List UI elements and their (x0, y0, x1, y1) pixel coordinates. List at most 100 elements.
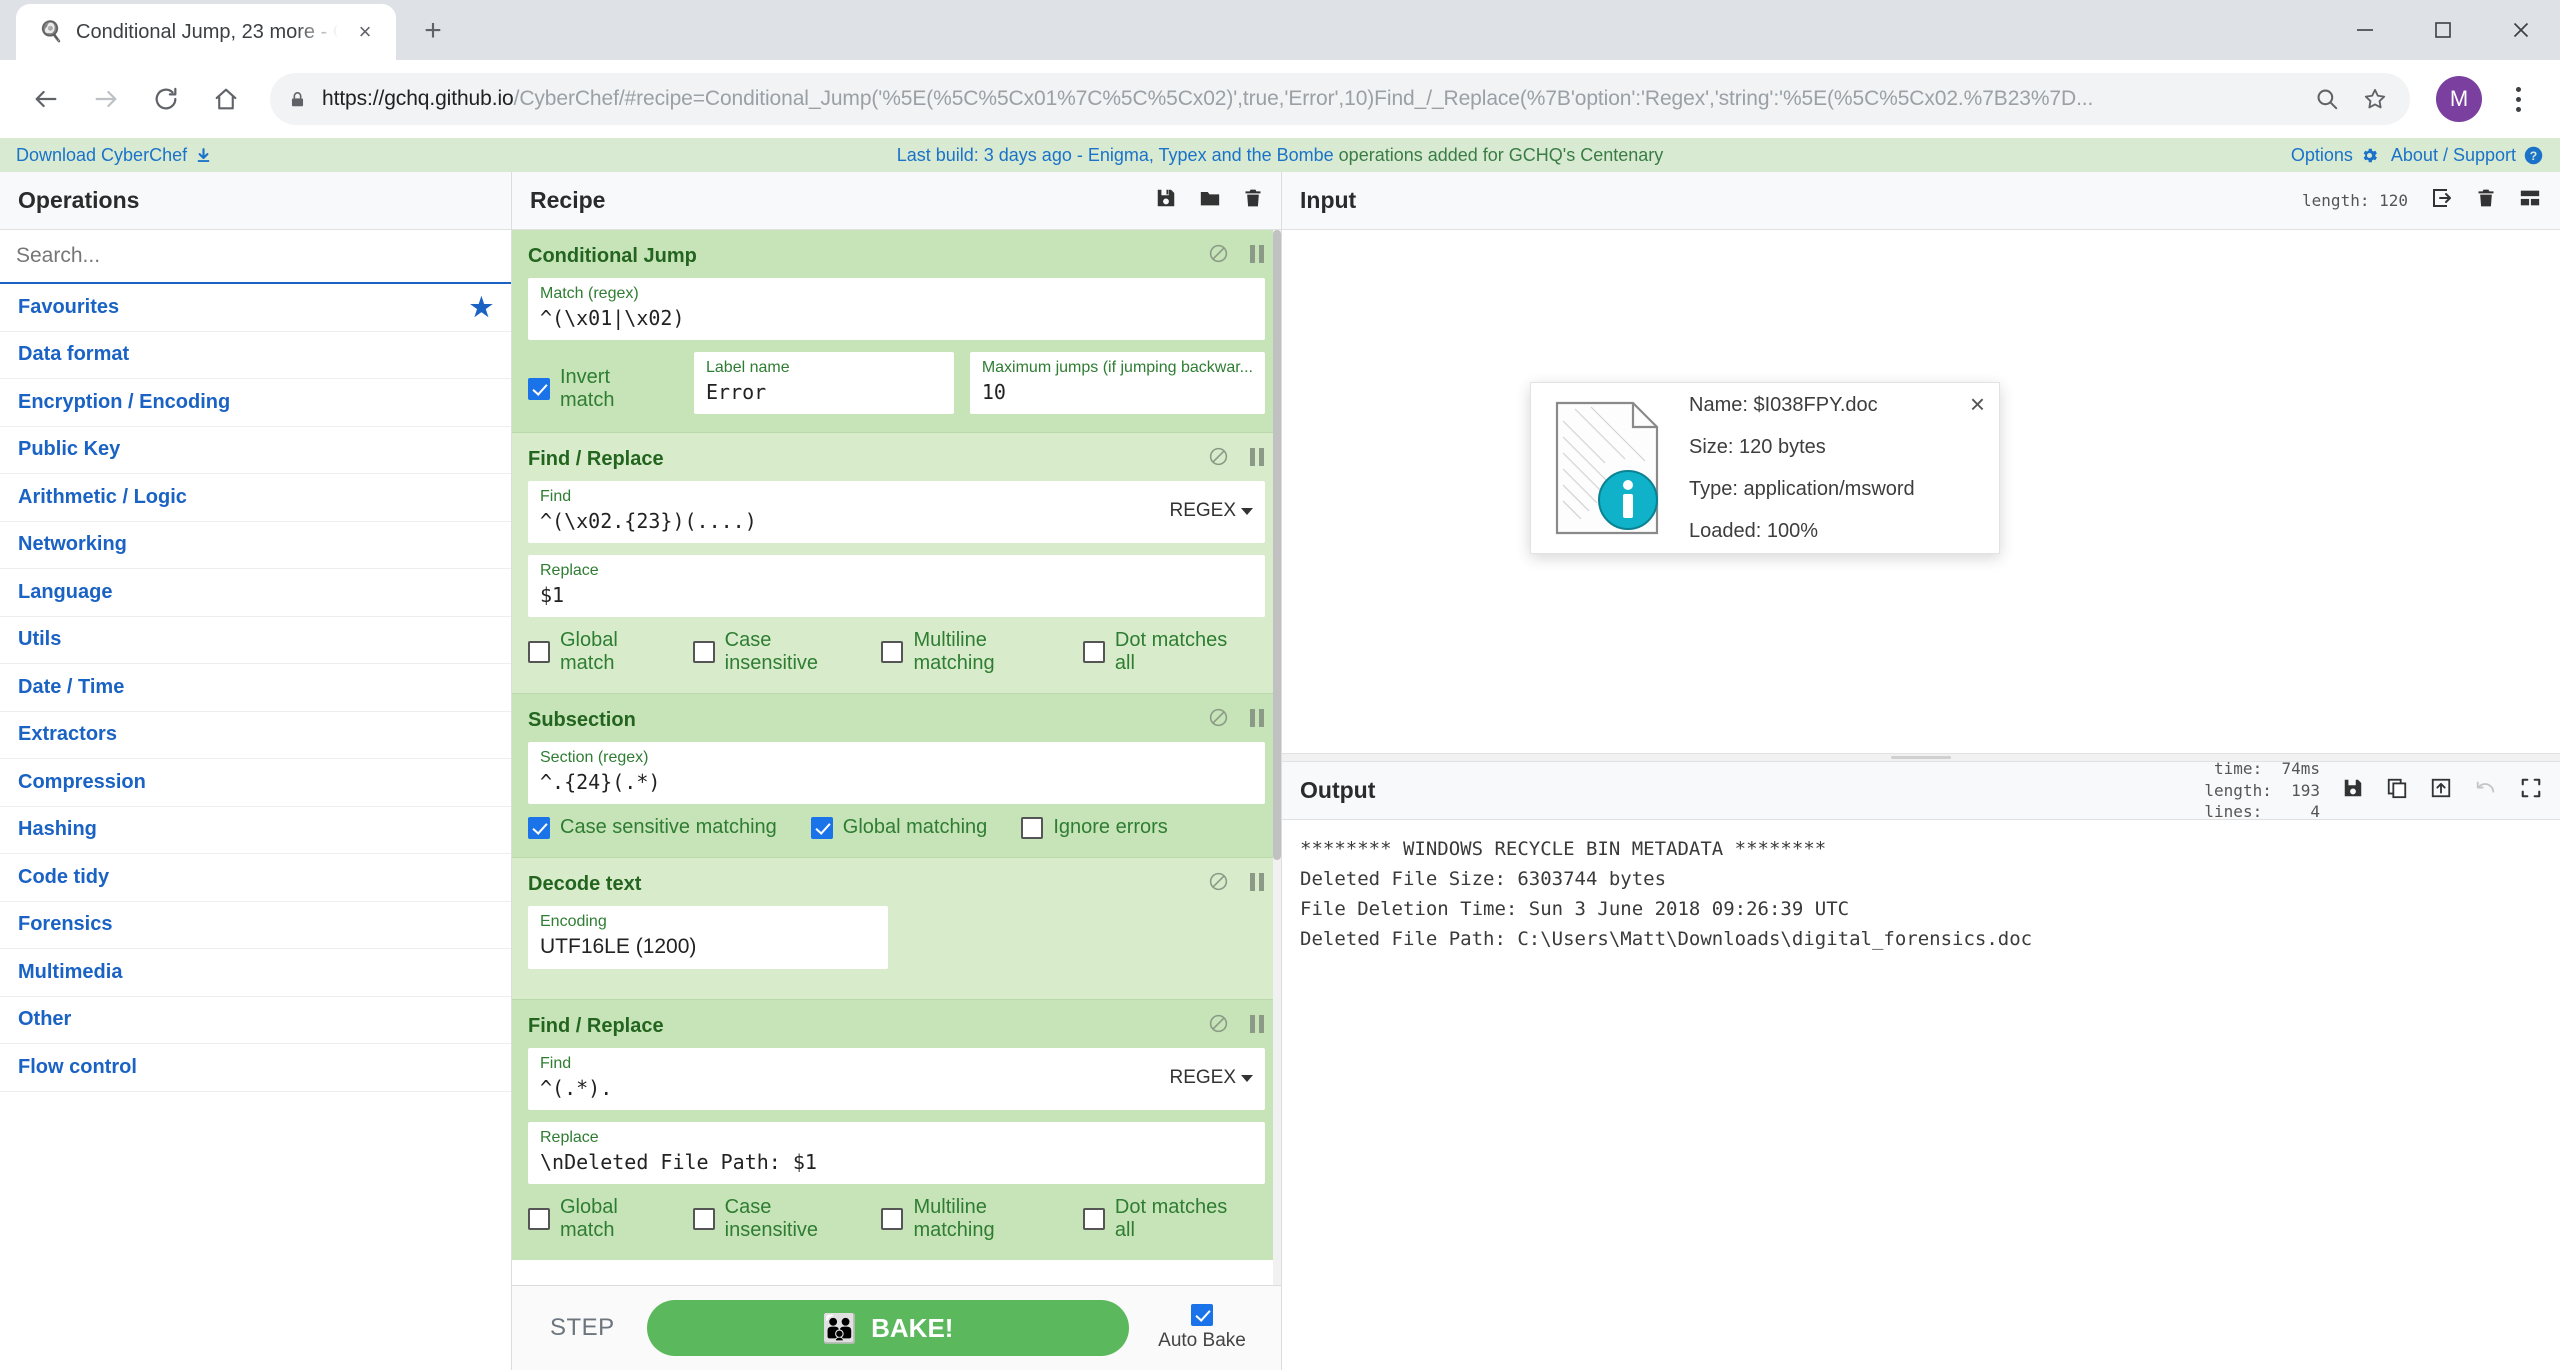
io-splitter[interactable] (1282, 753, 2560, 762)
regex-mode-dropdown[interactable]: REGEX (1169, 500, 1253, 522)
operations-category[interactable]: Compression (0, 759, 511, 807)
recipe-operation[interactable]: Decode text Encoding UTF16LE (1200) (512, 857, 1281, 1000)
recipe-checkbox[interactable]: Multiline matching (881, 629, 1048, 675)
zoom-search-icon[interactable] (2310, 86, 2344, 112)
search-input[interactable] (0, 230, 511, 282)
recipe-checkbox[interactable]: Case insensitive (692, 1196, 848, 1242)
save-output-icon[interactable] (2342, 777, 2364, 804)
recipe-operation[interactable]: Subsection Section (regex) ^.{24}(.*) Case … (512, 693, 1281, 857)
maximise-output-icon[interactable] (2520, 777, 2542, 804)
recipe-operation[interactable]: Find / Replace Find ^(.*). REGEX Replace \nDe… (512, 999, 1281, 1261)
recipe-checkbox[interactable]: Global matching (810, 816, 987, 839)
undo-icon[interactable] (2474, 777, 2498, 804)
recipe-field[interactable]: Label name Error (694, 352, 954, 414)
about-support-button[interactable]: About / Support ? (2391, 145, 2544, 166)
breakpoint-pause-icon[interactable] (1249, 708, 1265, 733)
clear-input-icon[interactable] (2476, 187, 2496, 214)
recipe-field-value[interactable]: ^.{24}(.*) (540, 769, 1253, 796)
recipe-checkbox[interactable]: Multiline matching (881, 1196, 1048, 1242)
recipe-scrollbar-thumb[interactable] (1273, 230, 1281, 860)
bake-button[interactable]: 👪 BAKE! (646, 1300, 1129, 1356)
breakpoint-pause-icon[interactable] (1249, 872, 1265, 897)
recipe-field[interactable]: Find ^(\x02.{23})(....) REGEX (528, 481, 1265, 543)
recipe-checkbox[interactable]: Global match (528, 1196, 659, 1242)
disable-operation-icon[interactable] (1208, 243, 1229, 269)
operations-category[interactable]: Utils (0, 617, 511, 664)
recipe-checkbox[interactable]: Invert match (528, 366, 644, 412)
operations-category[interactable]: Hashing (0, 807, 511, 854)
recipe-field-value[interactable]: 10 (982, 379, 1253, 406)
breakpoint-pause-icon[interactable] (1249, 1014, 1265, 1039)
open-file-icon[interactable] (2430, 186, 2454, 215)
avatar[interactable]: M (2436, 76, 2482, 122)
recipe-field[interactable]: Replace \nDeleted File Path: $1 (528, 1122, 1265, 1185)
close-icon[interactable]: × (1970, 391, 1985, 417)
load-recipe-icon[interactable] (1199, 187, 1221, 215)
recipe-field-value[interactable]: \nDeleted File Path: $1 (540, 1149, 1253, 1176)
checkbox-box[interactable] (692, 641, 715, 663)
recipe-field-value[interactable]: ^(\x01|\x02) (540, 305, 1253, 332)
recipe-field-value[interactable]: $1 (540, 582, 1253, 609)
disable-operation-icon[interactable] (1208, 871, 1229, 897)
close-icon[interactable]: × (350, 17, 380, 47)
clear-recipe-icon[interactable] (1243, 187, 1263, 215)
star-outline-icon[interactable] (2358, 86, 2392, 112)
browser-menu-button[interactable] (2494, 86, 2542, 112)
checkbox-box[interactable] (1082, 1208, 1105, 1231)
copy-output-icon[interactable] (2386, 777, 2408, 804)
recipe-field-value[interactable]: Error (706, 379, 942, 406)
breakpoint-pause-icon[interactable] (1249, 447, 1265, 472)
input-textarea[interactable]: Name: $I038FPY.doc Size: 120 bytes Type:… (1282, 230, 2560, 753)
recipe-checkbox[interactable]: Dot matches all (1082, 629, 1231, 675)
checkbox-box[interactable] (1082, 641, 1105, 663)
checkbox-box[interactable] (528, 641, 550, 663)
operations-category[interactable]: Other (0, 997, 511, 1044)
auto-bake-toggle[interactable]: Auto Bake (1147, 1304, 1257, 1352)
recipe-field[interactable]: Encoding UTF16LE (1200) (528, 906, 888, 970)
operations-category[interactable]: Data format (0, 332, 511, 379)
auto-bake-checkbox[interactable] (1191, 1304, 1213, 1326)
operations-category[interactable]: Language (0, 569, 511, 617)
close-window-icon[interactable] (2482, 0, 2560, 60)
address-bar[interactable]: https://gchq.github.io/CyberChef/#recipe… (270, 73, 2410, 125)
minimise-icon[interactable] (2326, 0, 2404, 60)
checkbox-box[interactable] (692, 1208, 715, 1231)
recipe-checkbox[interactable]: Global match (528, 629, 659, 675)
step-button[interactable]: STEP (536, 1314, 629, 1342)
recipe-field-value[interactable]: ^(\x02.{23})(....) (540, 508, 1159, 535)
recipe-field[interactable]: Find ^(.*). REGEX (528, 1048, 1265, 1111)
recipe-checkbox[interactable]: Ignore errors (1021, 816, 1168, 839)
checkbox-box[interactable] (528, 816, 550, 839)
recipe-operation[interactable]: Conditional Jump Match (regex) ^(\x01|\x02… (512, 230, 1281, 432)
maximise-icon[interactable] (2404, 0, 2482, 60)
disable-operation-icon[interactable] (1208, 446, 1229, 472)
operations-category[interactable]: Arithmetic / Logic (0, 474, 511, 522)
recipe-field[interactable]: Section (regex) ^.{24}(.*) (528, 742, 1265, 804)
operations-category[interactable]: Forensics (0, 902, 511, 949)
operations-category[interactable]: Multimedia (0, 949, 511, 997)
operations-category[interactable]: Flow control (0, 1044, 511, 1092)
recipe-checkbox[interactable]: Case insensitive (692, 629, 848, 675)
download-cyberchef-link[interactable]: Download CyberChef (16, 145, 212, 166)
regex-mode-dropdown[interactable]: REGEX (1169, 1067, 1253, 1089)
recipe-scrollbar[interactable] (1273, 230, 1281, 1285)
disable-operation-icon[interactable] (1208, 1013, 1229, 1039)
recipe-field-value[interactable]: UTF16LE (1200) (540, 933, 876, 961)
browser-tab[interactable]: 🍳 Conditional Jump, 23 more - Cyb × (16, 4, 396, 60)
save-recipe-icon[interactable] (1155, 187, 1177, 215)
options-button[interactable]: Options (2291, 145, 2379, 166)
forward-arrow-icon[interactable] (78, 71, 134, 127)
recipe-checkbox[interactable]: Dot matches all (1082, 1196, 1231, 1242)
operations-category[interactable]: Networking (0, 522, 511, 569)
recipe-operation[interactable]: Find / Replace Find ^(\x02.{23})(....) REGE… (512, 432, 1281, 693)
operations-category[interactable]: Favourites ★ (0, 284, 511, 332)
recipe-field[interactable]: Maximum jumps (if jumping backwar... 10 (969, 352, 1265, 414)
checkbox-box[interactable] (1021, 816, 1044, 839)
operations-category[interactable]: Public Key (0, 427, 511, 474)
home-icon[interactable] (198, 71, 254, 127)
new-tab-button[interactable]: + (410, 8, 456, 54)
reload-icon[interactable] (138, 71, 194, 127)
back-arrow-icon[interactable] (18, 71, 74, 127)
checkbox-box[interactable] (528, 378, 550, 400)
operations-category[interactable]: Date / Time (0, 664, 511, 712)
